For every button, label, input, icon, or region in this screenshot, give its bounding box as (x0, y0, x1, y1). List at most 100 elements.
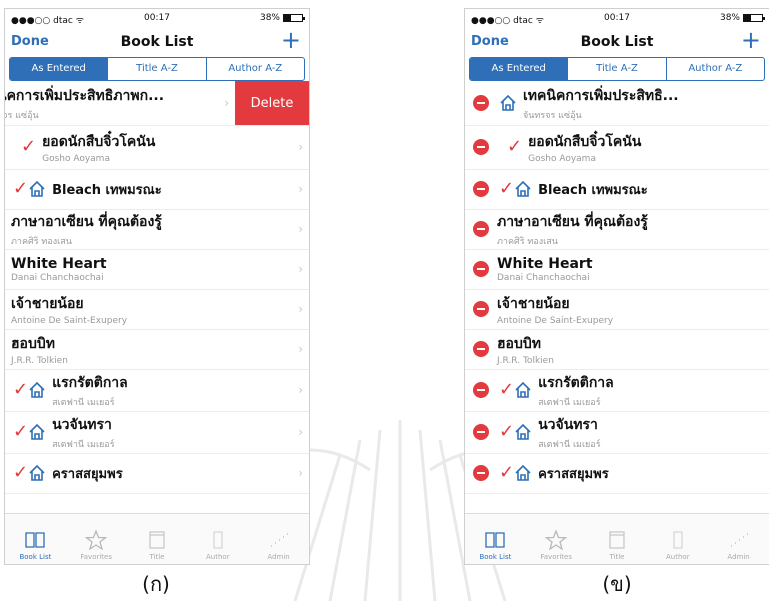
status-icons (499, 94, 517, 112)
status-bar: ●●●○○ dtac ᯤ 00:17 38% (465, 9, 769, 27)
delete-minus-icon[interactable] (473, 221, 489, 237)
tab-title[interactable]: Title (127, 514, 188, 564)
tab-label: Favorites (80, 553, 112, 561)
add-book-button[interactable]: + (281, 28, 301, 52)
list-item[interactable]: ✓ Bleach เทพมรณะ (465, 169, 769, 210)
segment-as-entered[interactable]: As Entered (10, 58, 108, 80)
list-item[interactable]: ฮอบบิท J.R.R. Tolkien (465, 329, 769, 370)
book-text: ยอดนักสืบจิ๋วโคนัน Gosho Aoyama (528, 131, 641, 164)
book-title: White Heart (11, 255, 107, 272)
list-item[interactable]: White Heart Danai Chanchaochai (465, 249, 769, 290)
book-text: Bleach เทพมรณะ (52, 179, 162, 200)
list-item-content: ✓ คราสสยุมพร (473, 453, 609, 493)
checkmark-icon: ✓ (13, 421, 29, 442)
book-title: แรกรัตติกาล (538, 374, 614, 391)
battery-icon (743, 14, 765, 22)
tab-book-list[interactable]: Book List (5, 514, 66, 564)
status-bar: ●●●○○ dtac ᯤ 00:17 38% (5, 9, 309, 27)
list-item[interactable]: ✓ แรกรัตติกาล สเตฟานี เมเยอร์ (465, 369, 769, 412)
book-text: ฮอบบิท J.R.R. Tolkien (497, 333, 554, 366)
list-item[interactable]: ✓ คราสสยุมพร › (5, 453, 309, 494)
tab-author[interactable]: Author (647, 514, 708, 564)
checkmark-icon: ✓ (499, 178, 515, 199)
house-icon (28, 423, 46, 441)
tab-favorites[interactable]: Favorites (66, 514, 127, 564)
chevron-right-icon: › (298, 182, 303, 196)
book-text: นวจันทรา สเตฟานี เมเยอร์ (538, 414, 600, 451)
battery-icon (283, 14, 305, 22)
book-author: J.R.R. Tolkien (497, 355, 554, 366)
tab-admin[interactable]: Admin (248, 514, 309, 564)
list-item-content: เจ้าชายน้อย Antoine De Saint-Exupery (11, 289, 127, 329)
list-item[interactable]: ภาษาอาเซียน ที่คุณต้องรู้ ภาคศิริ ทองเสน › (5, 209, 309, 250)
list-item[interactable]: เจ้าชายน้อย Antoine De Saint-Exupery (465, 289, 769, 330)
book-title: White Heart (497, 255, 593, 272)
tab-author[interactable]: Author (187, 514, 248, 564)
nav-bar: Done Book List + (465, 27, 769, 57)
admin-icon (728, 529, 750, 551)
tab-admin[interactable]: Admin (708, 514, 769, 564)
tab-label: Admin (267, 553, 290, 561)
delete-minus-icon[interactable] (473, 181, 489, 197)
delete-button[interactable]: Delete (235, 81, 309, 125)
book-title: ยอดนักสืบจิ๋วโคนัน (42, 133, 156, 150)
segment-author-az[interactable]: Author A-Z (205, 58, 304, 80)
caption-b: (ข) (602, 572, 632, 596)
add-book-button[interactable]: + (741, 28, 761, 52)
battery-percent: 38% (719, 13, 740, 23)
book-author: สเตฟานี เมเยอร์ (538, 397, 601, 408)
tab-label: Author (666, 553, 690, 561)
list-item[interactable]: ✓ คราสสยุมพร (465, 453, 769, 494)
book-text: คราสสยุมพร (538, 463, 609, 484)
list-item-content: ✓ แรกรัตติกาล สเตฟานี เมเยอร์ (11, 369, 128, 411)
delete-minus-icon[interactable] (473, 382, 489, 398)
segment-title-az[interactable]: Title A-Z (567, 58, 665, 80)
delete-minus-icon[interactable] (473, 341, 489, 357)
tab-book-list[interactable]: Book List (465, 514, 526, 564)
checkmark-icon: ✓ (507, 136, 523, 157)
delete-minus-icon[interactable] (473, 424, 489, 440)
battery-status: 38% (719, 13, 765, 23)
chevron-right-icon: › (298, 383, 303, 397)
list-item[interactable]: ✓ Bleach เทพมรณะ › (5, 169, 309, 210)
list-item[interactable]: ฮอบบิท J.R.R. Tolkien › (5, 329, 309, 370)
list-item[interactable]: ✓ นวจันทรา สเตฟานี เมเยอร์ › (5, 411, 309, 454)
chevron-right-icon: › (298, 466, 303, 480)
segment-title-az[interactable]: Title A-Z (107, 58, 205, 80)
list-item[interactable]: ภาษาอาเซียน ที่คุณต้องรู้ ภาคศิริ ทองเสน (465, 209, 769, 250)
list-item[interactable]: นิคการเพิ่มประสิทธิภาพก... ยจร แซ่อุ้น Del… (5, 81, 309, 126)
tab-title[interactable]: Title (587, 514, 648, 564)
list-item[interactable]: ✓ แรกรัตติกาล สเตฟานี เมเยอร์ › (5, 369, 309, 412)
list-item-content: เทคนิคการเพิ่มประสิทธิ... จันทรจร แซ่อุ้น (473, 81, 679, 125)
tab-favorites[interactable]: Favorites (526, 514, 587, 564)
list-item[interactable]: White Heart Danai Chanchaochai › (5, 249, 309, 290)
delete-minus-icon[interactable] (473, 139, 489, 155)
list-item[interactable]: เจ้าชายน้อย Antoine De Saint-Exupery › (5, 289, 309, 330)
delete-minus-icon[interactable] (473, 261, 489, 277)
chevron-right-icon: › (298, 342, 303, 356)
book-author: Gosho Aoyama (528, 153, 596, 164)
status-icons: ✓ (21, 138, 36, 156)
segment-author-az[interactable]: Author A-Z (665, 58, 764, 80)
list-item-content: ✓ นวจันทรา สเตฟานี เมเยอร์ (473, 411, 601, 453)
list-item-content: ✓ Bleach เทพมรณะ (11, 169, 162, 209)
list-item[interactable]: เทคนิคการเพิ่มประสิทธิ... จันทรจร แซ่อุ้น (465, 81, 769, 126)
caption-a: (ก) (142, 572, 170, 596)
chevron-right-icon: › (298, 262, 303, 276)
book-text: Bleach เทพมรณะ (538, 179, 648, 200)
house-icon (514, 464, 532, 482)
list-item[interactable]: ✓ นวจันทรา สเตฟานี เมเยอร์ (465, 411, 769, 454)
star-icon (545, 529, 568, 551)
chevron-right-icon: › (224, 96, 229, 110)
status-icons: ✓ (13, 180, 46, 198)
book-author: สเตฟานี เมเยอร์ (538, 439, 601, 450)
delete-minus-icon[interactable] (473, 465, 489, 481)
segment-as-entered[interactable]: As Entered (470, 58, 568, 80)
list-item[interactable]: ✓ ยอดนักสืบจิ๋วโคนัน Gosho Aoyama › (5, 125, 309, 170)
book-text: ยอดนักสืบจิ๋วโคนัน Gosho Aoyama (42, 131, 155, 164)
house-icon (499, 94, 517, 112)
list-item[interactable]: ✓ ยอดนักสืบจิ๋วโคนัน Gosho Aoyama (465, 125, 769, 170)
delete-minus-icon[interactable] (473, 301, 489, 317)
status-icons: ✓ (13, 381, 46, 399)
delete-minus-icon[interactable] (473, 95, 489, 111)
